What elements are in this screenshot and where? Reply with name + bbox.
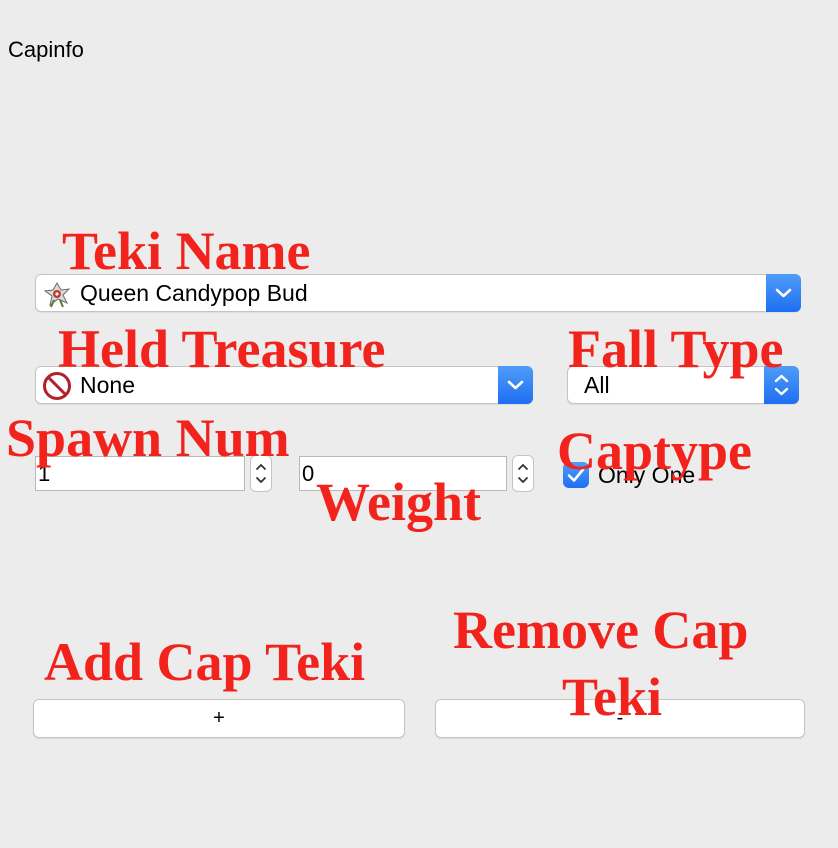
chevron-down-icon	[507, 380, 524, 390]
annotation-held-treasure: Held Treasure	[58, 319, 386, 379]
candypop-bud-icon	[43, 281, 71, 308]
weight-stepper[interactable]	[512, 455, 534, 492]
annotation-captype: Captype	[557, 421, 753, 481]
annotation-remove-cap-teki-line2: Teki	[562, 667, 663, 727]
annotation-spawn-num: Spawn Num	[6, 408, 290, 468]
annotation-add-cap-teki: Add Cap Teki	[44, 632, 366, 692]
annotation-weight: Weight	[316, 472, 482, 532]
window-title: Capinfo	[8, 37, 84, 62]
annotation-remove-cap-teki-line1: Remove Cap	[453, 600, 749, 660]
chevron-down-icon	[775, 288, 792, 298]
add-cap-teki-button[interactable]: +	[33, 699, 405, 738]
teki-name-dropdown-button[interactable]	[766, 274, 801, 312]
annotation-fall-type: Fall Type	[568, 319, 784, 379]
up-down-chevron-icon	[518, 464, 528, 483]
annotation-teki-name: Teki Name	[62, 221, 311, 281]
held-treasure-dropdown-button[interactable]	[498, 366, 533, 404]
